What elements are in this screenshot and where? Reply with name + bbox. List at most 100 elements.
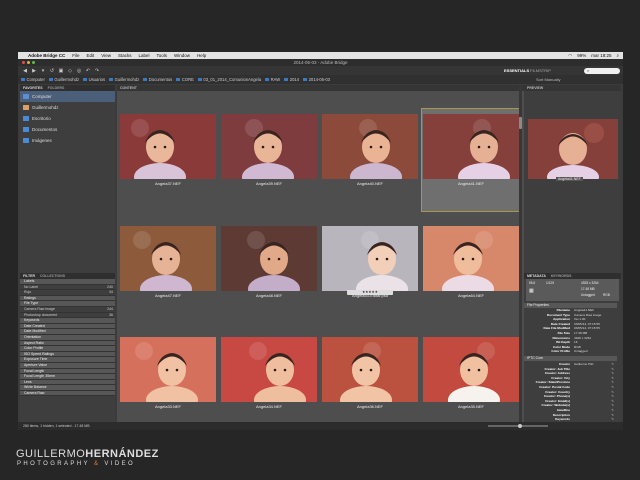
path-comunion[interactable]: 03_01_2014_ComunionAngela: [197, 77, 262, 82]
favorite-item[interactable]: Computer: [20, 91, 115, 102]
path-guillermohdz[interactable]: Guillermohdz: [48, 77, 79, 82]
tagline-amp: &: [93, 461, 101, 467]
menu-tools[interactable]: Tools: [157, 53, 168, 58]
path-label: 03_01_2014_ComunionAngela: [203, 77, 262, 82]
filter-label: No Label: [24, 284, 39, 289]
clock[interactable]: mar 18:25: [591, 53, 611, 58]
workspace-filmstrip-tab[interactable]: FILMSTRIP: [530, 68, 551, 73]
spotlight-icon[interactable]: ⌕: [616, 53, 619, 58]
thumbnail[interactable]: Angela35.NEF: [422, 332, 520, 430]
folder-icon: [197, 78, 202, 81]
thumbnail-filename: Angela64.NEF: [457, 293, 484, 298]
path-label: Guillermohdz: [114, 77, 140, 82]
filter-label: Exposure Time: [24, 357, 48, 362]
thumbnail[interactable]: Angela47.NEF: [119, 221, 217, 323]
tab-folders[interactable]: FOLDERS: [48, 85, 65, 91]
menu-window[interactable]: Window: [174, 53, 190, 58]
menu-stacks[interactable]: Stacks: [118, 53, 132, 58]
path-documentos[interactable]: Documentos: [143, 77, 172, 82]
favorite-item[interactable]: Escritorio: [20, 113, 115, 124]
thumbnail-image: [120, 226, 216, 291]
rotate-left-icon[interactable]: ↶: [85, 68, 91, 74]
thumbnail[interactable]: Angela36.NEF: [321, 332, 419, 430]
path-computer[interactable]: Computer: [21, 77, 45, 82]
path-current-folder[interactable]: 2014-05-03: [303, 77, 330, 82]
scrollbar-thumb[interactable]: [519, 117, 522, 129]
workspace-essentials-tab[interactable]: ESSENTIALS: [504, 67, 529, 74]
path-label: CORE: [181, 77, 194, 82]
filter-label: Date Created: [24, 323, 45, 328]
filter-label: Focal Length 35mm: [24, 374, 55, 379]
recent-folder-icon[interactable]: ▾: [40, 68, 46, 74]
path-usuarios[interactable]: Usuarios: [83, 77, 105, 82]
thumbnail[interactable]: Angela33.NEF: [119, 332, 217, 430]
thumbnail-image: [221, 337, 317, 402]
thumbnail-image: [423, 337, 519, 402]
boomerang-icon[interactable]: ↺: [49, 68, 55, 74]
path-label: 2014: [289, 77, 300, 82]
favorite-label: Escritorio: [32, 116, 51, 121]
photo: [120, 337, 216, 402]
path-core[interactable]: CORE: [176, 77, 194, 82]
thumbnail[interactable]: Angela37.NEF: [119, 109, 217, 211]
favorite-item[interactable]: Documentos: [20, 124, 115, 135]
path-raw[interactable]: RAW: [265, 77, 280, 82]
back-arrow-icon[interactable]: ◀: [22, 68, 28, 74]
menu-help[interactable]: Help: [197, 53, 206, 58]
thumbnail-size-slider-knob[interactable]: [518, 423, 522, 428]
thumbnail[interactable]: Angela34.NEF: [220, 332, 318, 430]
menu-view[interactable]: View: [101, 53, 111, 58]
battery-status[interactable]: 99%: [577, 53, 586, 58]
favorite-label: Guillermohdz: [32, 105, 59, 110]
search-input[interactable]: ⌕: [584, 67, 620, 74]
path-user[interactable]: Guillermohdz: [109, 77, 139, 82]
preview-image[interactable]: Angela41.NEF: [528, 119, 618, 189]
thumbnail[interactable]: Angela41.NEF: [421, 108, 521, 212]
app-name-menu[interactable]: Adobe Bridge CC: [28, 53, 65, 58]
wifi-icon[interactable]: ◠: [568, 53, 572, 59]
thumbnail[interactable]: Angela48.NEF: [220, 221, 318, 323]
favorite-item[interactable]: Imágenes: [20, 135, 115, 146]
photo: [120, 226, 216, 291]
iptc-core-header[interactable]: IPTC Core: [524, 356, 617, 361]
metadata-value: Untagged: [574, 349, 588, 354]
thumbnail-filename: Angela48.NEF: [255, 293, 282, 298]
filter-label: Rojo: [24, 290, 32, 295]
menu-file[interactable]: File: [72, 53, 79, 58]
open-in-camera-raw-icon[interactable]: ◎: [76, 68, 82, 74]
tab-content[interactable]: CONTENT: [117, 85, 540, 91]
metadata-row[interactable]: Color Profile Untagged: [524, 349, 617, 354]
favorites-list: Computer Guillermohdz Escritorio Documentos…: [20, 91, 115, 146]
thumbnail[interactable]: Angela64.NEF: [422, 221, 520, 323]
content-scrollbar[interactable]: [519, 85, 522, 422]
filter-label: Color Profile: [24, 346, 44, 351]
zoom-window-button[interactable]: [32, 61, 35, 64]
filter-panel: FILTER COLLECTIONS Labels No Label 240 Rojo…: [20, 273, 115, 397]
path-label: Documentos: [148, 77, 173, 82]
path-2014[interactable]: 2014: [284, 77, 299, 82]
photo: [322, 226, 418, 291]
sort-dropdown[interactable]: Sort Manually: [536, 77, 560, 82]
photo: [322, 114, 418, 179]
favorite-item[interactable]: Guillermohdz: [20, 102, 115, 113]
thumbnail[interactable]: Angela39.NEF: [220, 109, 318, 211]
app-toolbar: ◀ ▶ ▾ ↺ ▣ ◇ ◎ ↶ ↷ ESSENTIALS FILMSTRIP ⌕: [18, 66, 623, 75]
thumbnail-filename: Angela47.NEF: [154, 293, 181, 298]
tab-preview[interactable]: PREVIEW: [524, 85, 621, 91]
tab-favorites[interactable]: FAVORITES: [23, 85, 43, 91]
menu-edit[interactable]: Edit: [87, 53, 95, 58]
logo-light-text: GUILLERMO: [16, 448, 86, 460]
thumbnail[interactable]: Angela40.NEF: [321, 109, 419, 211]
thumbnail-filename: Angela53-Editar.psd: [351, 293, 389, 298]
rotate-right-icon[interactable]: ↷: [94, 68, 100, 74]
filter-category[interactable]: Camera Raw: [20, 390, 115, 397]
menu-label[interactable]: Label: [139, 53, 150, 58]
close-window-button[interactable]: [22, 61, 25, 64]
thumbnail[interactable]: ★★★★★ Angela53-Editar.psd: [321, 221, 419, 323]
camera-import-icon[interactable]: ▣: [58, 68, 64, 74]
folder-icon: [23, 116, 29, 121]
refine-icon[interactable]: ◇: [67, 68, 73, 74]
minimize-window-button[interactable]: [27, 61, 30, 64]
forward-arrow-icon[interactable]: ▶: [31, 68, 37, 74]
thumbnail-image: [423, 226, 519, 291]
